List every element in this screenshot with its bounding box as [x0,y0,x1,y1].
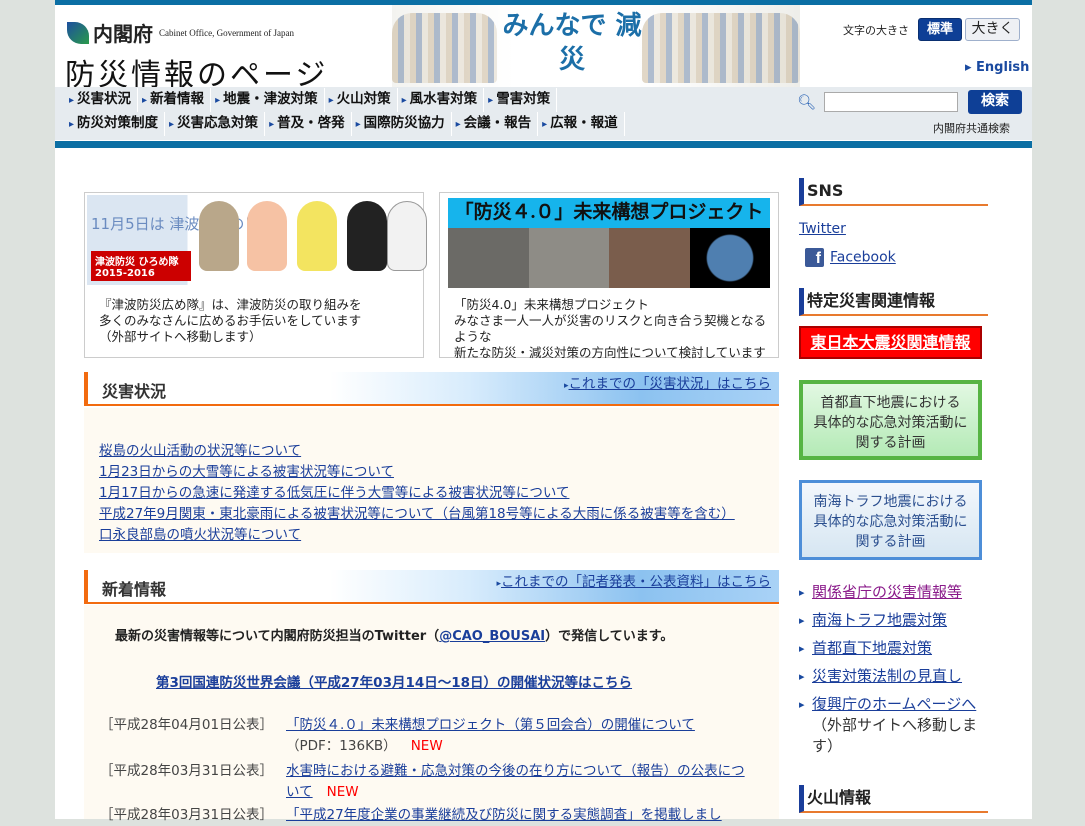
nav-item[interactable]: 広報・報道 [538,112,625,136]
font-size-standard-button[interactable]: 標準 [918,18,962,41]
promo-image-title: 「防災４.０」未来構想プロジェクト [448,198,770,228]
promo-image-badge: 津波防災 ひろめ隊 2015-2016 [91,251,191,281]
news-item: ［平成28年03月31日公表］ 「平成27年度企業の事業継続及び防災に関する実態調… [100,805,756,826]
news-date: ［平成28年03月31日公表］ [100,763,274,779]
sns-heading: SNS [799,178,988,206]
nav-item[interactable]: 会議・報告 [452,112,539,136]
english-link[interactable]: ▸ English [965,60,1029,75]
bousai40-promo-image: 「防災４.０」未来構想プロジェクト [448,198,770,288]
news-link[interactable]: 「平成27年度企業の事業継続及び防災に関する実態調査」を掲載しまし [286,807,722,823]
nav-item[interactable]: 防災対策制度 [65,112,166,136]
disaster-section-body: 桜島の火山活動の状況等について 1月23日からの大雪等による被害状況等について 1月… [84,408,779,553]
section-title: 新着情報 [102,580,167,599]
bousai40-promo[interactable]: 「防災４.０」未来構想プロジェクト 「防災4.0」未来構想プロジェクト みなさま一… [439,192,779,360]
nav-item[interactable]: 災害状況 [65,88,139,112]
disaster-link[interactable]: 1月23日からの大雪等による被害状況等について [99,464,394,480]
volcano-heading: 火山情報 [799,785,988,813]
sidebar-link[interactable]: 南海トラフ地震対策 [812,611,947,629]
nav-item[interactable]: 風水害対策 [398,88,485,112]
new-badge: NEW [410,738,443,754]
news-section-header: 新着情報 これまでの「記者発表・公表資料」はこちら [84,570,779,604]
search-icon: 🔍︎ [797,93,817,111]
news-date: ［平成28年04月01日公表］ [100,717,274,733]
minnade-gensai-banner: みんなで 減災 [392,5,800,87]
news-section-body: 最新の災害情報等について内閣府防災担当のTwitter（@CAO_BOUSAI）… [84,605,779,823]
sidebar-link[interactable]: 首都直下地震対策 [812,639,932,657]
facebook-icon: f [805,248,824,267]
twitter-link[interactable]: Twitter [799,221,846,237]
file-info: （PDF：136KB） [286,738,397,754]
new-badge: NEW [326,784,359,800]
facebook-link[interactable]: Facebook [830,250,896,266]
news-date: ［平成28年03月31日公表］ [100,807,274,823]
press-archive-link[interactable]: これまでの「記者発表・公表資料」はこちら [496,570,771,590]
great-east-japan-earthquake-button[interactable]: 東日本大震災関連情報 [799,326,982,359]
leaf-logo-icon [67,21,89,44]
font-size-large-button[interactable]: 大きく [965,18,1020,41]
disaster-link[interactable]: 口永良部島の噴火状況等について [99,527,301,543]
disaster-link[interactable]: 1月17日からの急速に発達する低気圧に伴う大雪等による被害状況等について [99,485,569,501]
disaster-link[interactable]: 桜島の火山活動の状況等について [99,443,301,459]
news-item: ［平成28年03月31日公表］ 水害時における避難・応急対策の今後の在り方について… [100,761,756,803]
nav-item[interactable]: 普及・啓発 [265,112,352,136]
section-title: 災害状況 [102,382,167,401]
special-disaster-heading: 特定災害関連情報 [799,288,988,316]
twitter-notice: 最新の災害情報等について内閣府防災担当のTwitter（@CAO_BOUSAI）… [115,629,674,644]
wcdrr-link[interactable]: 第3回国連防災世界会議（平成27年03月14日～18日）の開催状況等はこちら [156,671,632,691]
nav-item[interactable]: 雪害対策 [484,88,558,112]
nav-item[interactable]: 災害応急対策 [165,112,266,136]
sidebar-link[interactable]: 災害対策法制の見直し [812,667,962,685]
promo-caption: 「防災4.0」未来構想プロジェクト みなさま一人一人が災害のリスクと向き合う契機と… [454,297,767,360]
search-note: 内閣府共通検索 [933,122,1010,135]
facebook-row[interactable]: f Facebook [799,248,896,267]
tsunami-promo-image: 11月5日は 津波防災の日 津波防災 ひろめ隊 2015-2016 [87,195,427,285]
sidebar-links: 関係省庁の災害情報等南海トラフ地震対策首都直下地震対策災害対策法制の見直し復興庁… [799,582,988,764]
tokyo-earthquake-plan-button[interactable]: 首都直下地震における 具体的な応急対策活動に 関する計画 [799,380,982,460]
sidebar-link[interactable]: 関係省庁の災害情報等 [812,583,962,601]
nav-item[interactable]: 火山対策 [325,88,398,112]
cabinet-office-logo[interactable]: 内閣府 Cabinet Office, Government of Japan [67,18,294,47]
search-button[interactable]: 検索 [968,90,1022,114]
news-link[interactable]: 「防災４.０」未来構想プロジェクト（第５回会合）の開催について [286,717,695,733]
disaster-link[interactable]: 平成27年9月関東・東北豪雨による被害状況等について（台風第18号等による大雨に… [99,506,735,522]
twitter-handle-link[interactable]: @CAO_BOUSAI [439,629,545,644]
promo-caption: 『津波防災広め隊』は、津波防災の取り組みを 多くのみなさんに広めるお手伝いをしてい… [99,297,362,344]
nav-item[interactable]: 国際防災協力 [352,112,452,136]
sidebar-link[interactable]: 復興庁のホームページへ [812,695,976,713]
tsunami-promo[interactable]: 11月5日は 津波防災の日 津波防災 ひろめ隊 2015-2016 『津波防災広… [84,192,427,358]
page: 内閣府 Cabinet Office, Government of Japan 防… [55,0,1032,823]
banner-text: みんなで 減災 [502,11,642,75]
external-note: （外部サイトへ移動します） [812,716,978,755]
nankai-trough-plan-button[interactable]: 南海トラフ地震における 具体的な応急対策活動に 関する計画 [799,480,982,560]
search-input[interactable] [824,92,958,112]
font-size-label: 文字の大きさ [843,24,909,37]
disaster-section-header: 災害状況 これまでの「災害状況」はこちら [84,372,779,406]
nav-item[interactable]: 地震・津波対策 [211,88,325,112]
news-item: ［平成28年04月01日公表］ 「防災４.０」未来構想プロジェクト（第５回会合）の… [100,715,756,757]
disaster-archive-link[interactable]: これまでの「災害状況」はこちら [564,372,772,392]
header-divider [55,141,1032,148]
nav-item[interactable]: 新着情報 [138,88,212,112]
